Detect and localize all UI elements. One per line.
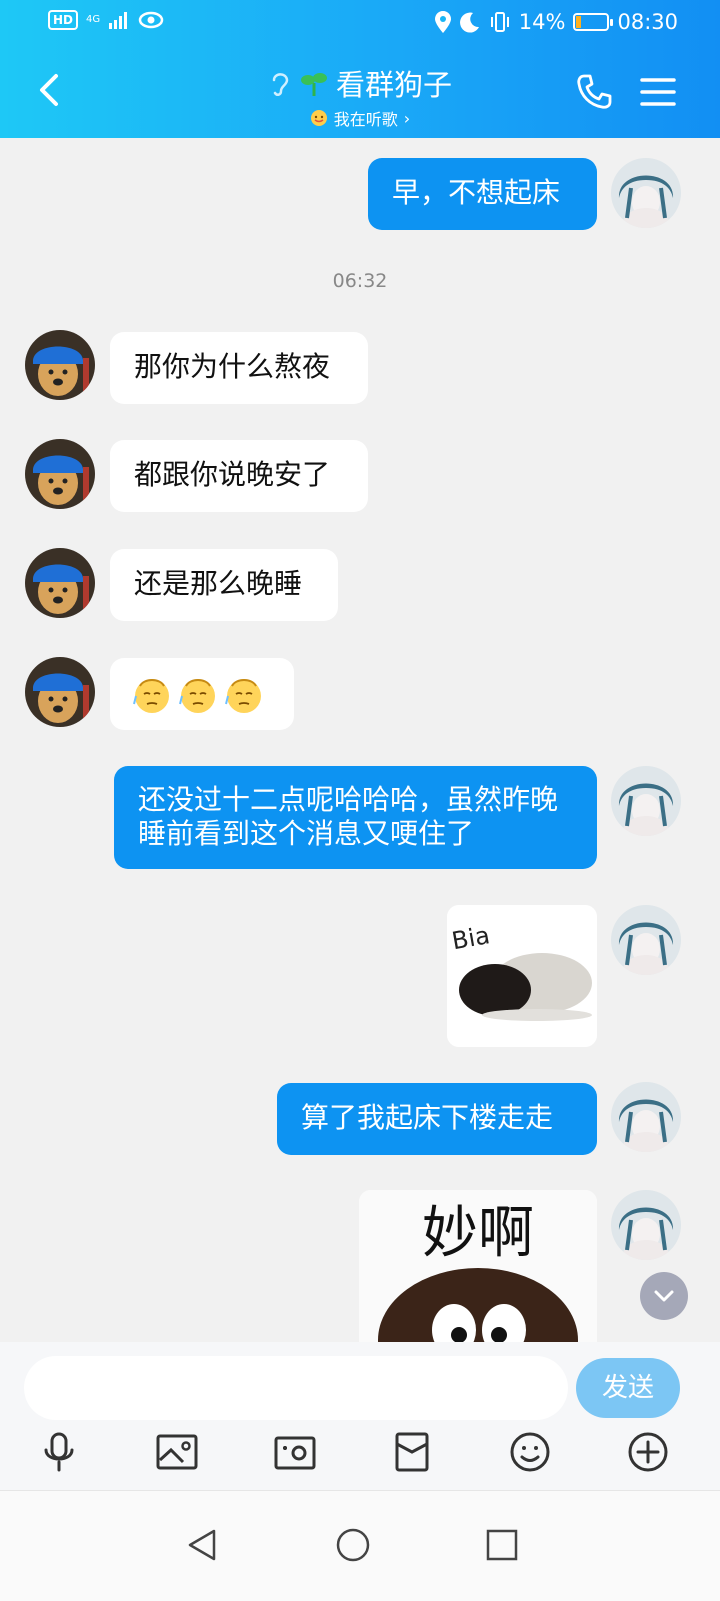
clock: 08:30 (617, 10, 678, 34)
chevron-right-icon: › (403, 108, 411, 128)
emoji-icon[interactable] (508, 1430, 552, 1474)
chevron-down-icon (654, 1290, 674, 1302)
my-avatar[interactable] (611, 1082, 681, 1152)
incoming-bubble[interactable]: 都跟你说晚安了 (110, 440, 368, 512)
nav-back-icon[interactable] (182, 1525, 222, 1565)
eye-icon (138, 11, 164, 29)
listening-status[interactable]: 我在听歌 › (310, 106, 410, 130)
sticker-bia[interactable]: Bia (447, 905, 597, 1047)
ear-icon (272, 73, 289, 96)
status-bar: HD 4G 14% 08:30 (0, 8, 720, 42)
moon-icon (459, 12, 479, 33)
friend-avatar[interactable] (25, 657, 95, 727)
input-toolbar (0, 1430, 720, 1480)
friend-avatar[interactable] (25, 330, 95, 400)
plus-icon[interactable] (626, 1430, 670, 1474)
my-avatar[interactable] (611, 158, 681, 228)
phone-icon[interactable] (574, 72, 614, 112)
battery-icon (573, 13, 614, 31)
location-icon (434, 11, 451, 33)
music-face-icon (310, 110, 327, 126)
subtitle-text: 我在听歌 (333, 110, 398, 129)
sweat-face-emoji-icons (133, 679, 261, 713)
timestamp: 06:32 (332, 270, 388, 292)
my-avatar[interactable] (611, 766, 681, 836)
red-packet-icon[interactable] (390, 1430, 434, 1474)
friend-avatar[interactable] (25, 548, 95, 618)
chat-title: 看群狗子 (335, 68, 452, 102)
sticker-miao-a[interactable]: 妙啊 (359, 1190, 597, 1342)
hd-badge: HD (48, 10, 79, 30)
send-button[interactable]: 发送 (576, 1358, 680, 1418)
my-avatar[interactable] (611, 905, 681, 975)
input-area: 发送 (0, 1342, 720, 1490)
sticker-text: 妙啊 (422, 1201, 534, 1266)
message-input[interactable] (24, 1356, 568, 1420)
outgoing-bubble[interactable]: 算了我起床下楼走走 (277, 1083, 597, 1155)
vibrate-icon (490, 12, 509, 32)
microphone-icon[interactable] (37, 1430, 81, 1474)
my-avatar[interactable] (611, 1190, 681, 1260)
outgoing-bubble[interactable]: 早，不想起床 (368, 158, 597, 230)
incoming-bubble[interactable]: 那你为什么熬夜 (110, 332, 368, 404)
battery-percent: 14% (518, 10, 566, 34)
image-icon[interactable] (155, 1430, 199, 1474)
system-nav-bar (0, 1490, 720, 1601)
camera-icon[interactable] (273, 1430, 317, 1474)
menu-icon[interactable] (638, 72, 678, 112)
incoming-bubble[interactable]: 还是那么晚睡 (110, 549, 338, 621)
scroll-to-bottom-button[interactable] (640, 1272, 688, 1320)
friend-avatar[interactable] (25, 439, 95, 509)
incoming-emoji-bubble[interactable] (110, 658, 294, 730)
chat-header: HD 4G 14% 08:30 看群狗子 我在听歌 › (0, 0, 720, 138)
outgoing-bubble[interactable]: 还没过十二点呢哈哈哈，虽然昨晚睡前看到这个消息又哽住了 (114, 766, 597, 869)
network-type: 4G (86, 14, 101, 25)
signal-icon (109, 12, 128, 29)
nav-home-icon[interactable] (333, 1525, 373, 1565)
sprout-icon (300, 73, 327, 96)
nav-recents-icon[interactable] (482, 1525, 522, 1565)
